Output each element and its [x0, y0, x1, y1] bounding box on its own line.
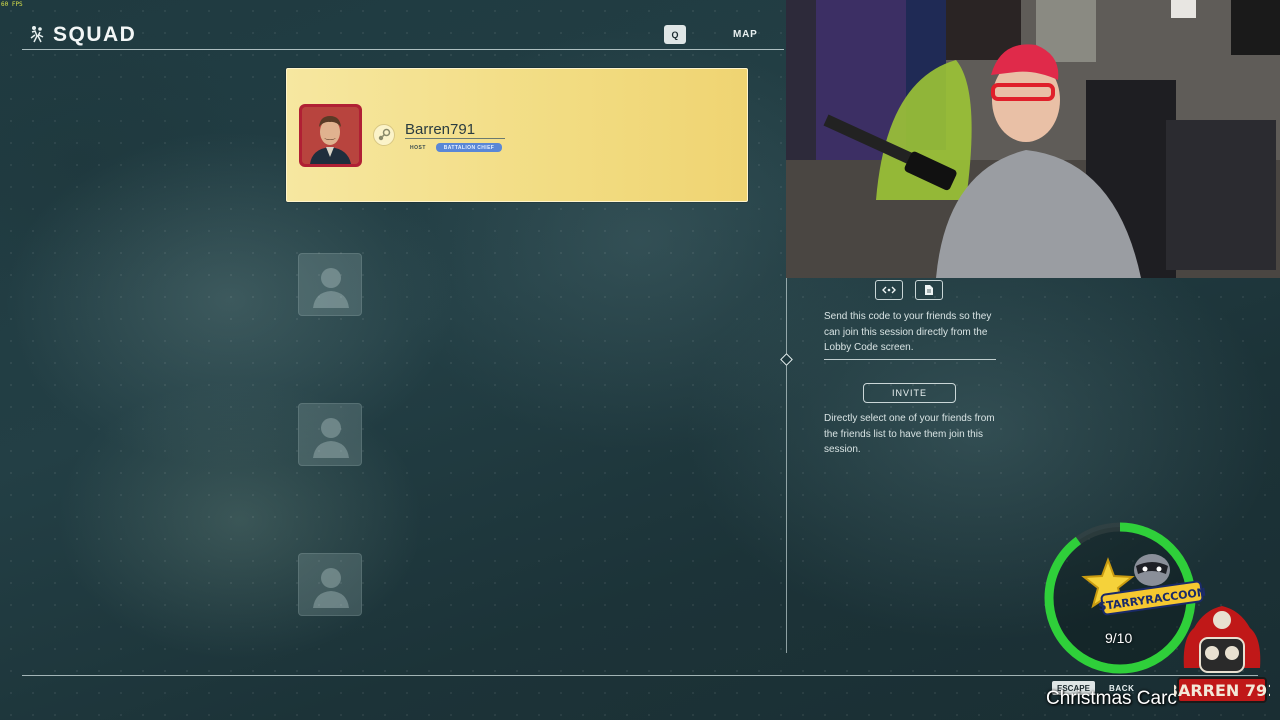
lobby-code-description: Send this code to your friends so they c…	[824, 311, 992, 353]
tab-hotkey-q[interactable]: Q	[664, 25, 686, 44]
webcam-feed-image	[786, 0, 1280, 278]
streamer-logo-icon: BARREN 791	[1174, 606, 1270, 703]
empty-avatar-icon	[313, 418, 349, 458]
copy-code-button[interactable]	[915, 280, 943, 300]
host-avatar	[299, 104, 362, 167]
fps-counter: 60 FPS	[1, 1, 23, 8]
panel-divider	[786, 278, 787, 653]
goal-count: 9/10	[1105, 630, 1133, 646]
player-portrait-icon	[302, 107, 359, 164]
squad-slot-empty[interactable]	[298, 553, 362, 616]
name-divider	[405, 138, 505, 139]
webcam-overlay	[786, 0, 1280, 278]
code-visibility-icon	[882, 286, 896, 294]
invite-description: Directly select one of your friends from…	[824, 413, 995, 455]
squad-icon	[30, 26, 44, 43]
lobby-code-divider	[824, 359, 996, 360]
tab-map[interactable]: MAP	[733, 29, 758, 40]
invite-button[interactable]: INVITE	[863, 383, 956, 403]
squad-slot-empty[interactable]	[298, 253, 362, 316]
rank-badge: BATTALION CHIEF	[436, 143, 502, 152]
footer-divider	[22, 675, 1258, 676]
copy-icon	[925, 285, 933, 295]
streamer-badge-text: BARREN 791	[1174, 681, 1270, 700]
empty-avatar-icon	[313, 268, 349, 308]
squad-slot-empty[interactable]	[298, 403, 362, 466]
stream-ticker: Christmas Carc	[1046, 688, 1177, 709]
steam-icon	[373, 124, 395, 146]
empty-avatar-icon	[313, 568, 349, 608]
host-badge: HOST	[410, 145, 426, 151]
host-name: Barren791	[405, 121, 476, 138]
squad-slot-host[interactable]: Barren791 HOST BATTALION CHIEF	[286, 68, 748, 202]
squad-header: SQUAD Q MAP	[22, 22, 784, 50]
show-code-button[interactable]	[875, 280, 903, 300]
page-title: SQUAD	[53, 23, 137, 46]
